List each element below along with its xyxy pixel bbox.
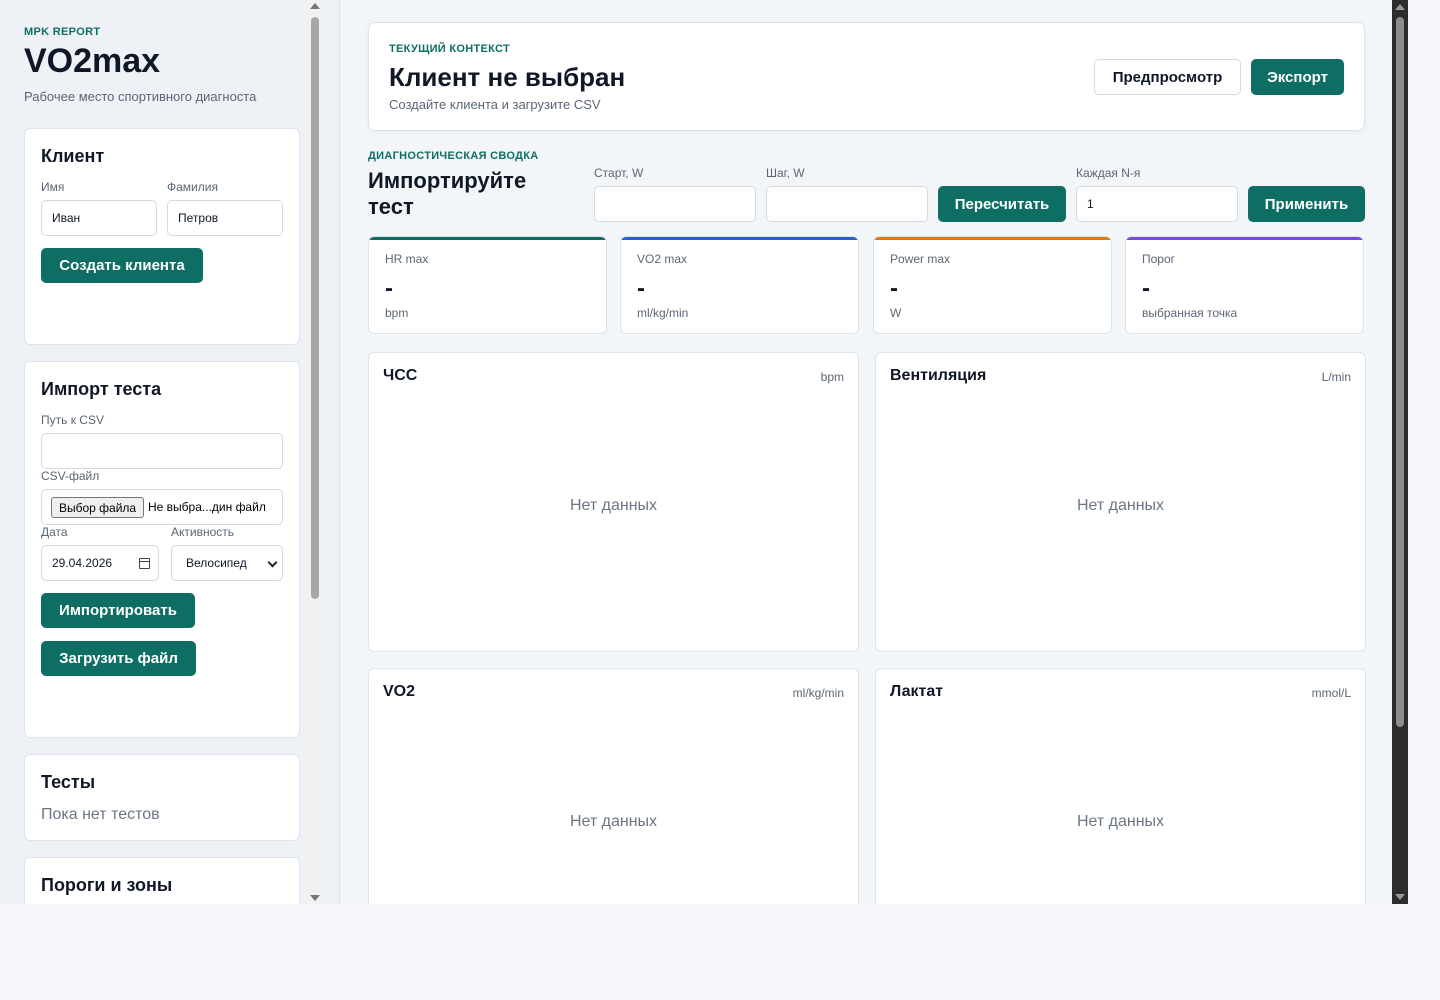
metric-power-max: Power max - W bbox=[873, 236, 1112, 334]
chart-empty-text: Нет данных bbox=[569, 497, 658, 514]
chart-title: VO2 bbox=[383, 683, 416, 700]
chosen-file-name: Не выбра...дин файл bbox=[148, 500, 266, 514]
sidebar: MPK REPORT VO2max Рабочее место спортивн… bbox=[0, 0, 340, 904]
brand-eyebrow: MPK REPORT bbox=[24, 26, 101, 38]
chart-empty-text: Нет данных bbox=[1076, 813, 1165, 830]
brand-subtitle: Рабочее место спортивного диагноста bbox=[24, 89, 257, 104]
date-input[interactable]: 29.04.2026 bbox=[41, 545, 159, 581]
activity-value: Велосипед bbox=[186, 556, 247, 570]
chart-empty-text: Нет данных bbox=[1076, 497, 1165, 514]
brand-title: VO2max bbox=[24, 42, 161, 80]
start-input[interactable] bbox=[594, 186, 756, 222]
metric-vo2-max: VO2 max - ml/kg/min bbox=[620, 236, 859, 334]
scroll-up-icon[interactable] bbox=[310, 3, 320, 9]
thresholds-card-title: Пороги и зоны bbox=[41, 875, 173, 895]
metric-label: Power max bbox=[890, 252, 951, 266]
csv-file-label: CSV-файл bbox=[41, 469, 100, 483]
start-label: Старт, W bbox=[594, 166, 644, 180]
import-card-title: Импорт теста bbox=[41, 379, 162, 399]
date-label: Дата bbox=[41, 525, 68, 539]
metric-unit: W bbox=[890, 306, 902, 320]
activity-label: Активность bbox=[171, 525, 235, 539]
chart-vo2: VO2 ml/kg/min Нет данных bbox=[368, 668, 859, 904]
metric-value: - bbox=[385, 275, 393, 302]
tests-empty-text: Пока нет тестов bbox=[41, 806, 160, 823]
context-card: ТЕКУЩИЙ КОНТЕКСТ Клиент не выбран Создай… bbox=[368, 22, 1365, 131]
client-card-title: Клиент bbox=[41, 146, 105, 166]
first-name-input[interactable]: Иван bbox=[41, 200, 157, 236]
main-scrollbar[interactable] bbox=[1392, 0, 1408, 904]
sidebar-scrollbar[interactable] bbox=[307, 0, 323, 904]
metric-hr-max: HR max - bpm bbox=[368, 236, 607, 334]
last-name-label: Фамилия bbox=[167, 180, 218, 194]
metric-accent-bar bbox=[369, 237, 606, 240]
activity-select[interactable]: Велосипед bbox=[171, 545, 283, 581]
context-title: Клиент не выбран bbox=[389, 62, 626, 92]
export-button[interactable]: Экспорт bbox=[1251, 59, 1344, 95]
tests-card: Тесты Пока нет тестов bbox=[24, 754, 300, 841]
create-client-button[interactable]: Создать клиента bbox=[41, 248, 203, 283]
scroll-down-icon[interactable] bbox=[1395, 894, 1405, 900]
first-name-label: Имя bbox=[41, 180, 65, 194]
metric-value: - bbox=[1142, 275, 1150, 302]
chart-unit: bpm bbox=[820, 370, 844, 384]
metric-label: Порог bbox=[1142, 252, 1176, 266]
csv-file-input[interactable]: Выбор файла Не выбра...дин файл bbox=[41, 489, 283, 525]
scroll-up-icon[interactable] bbox=[1395, 4, 1405, 10]
sidebar-scroll-thumb[interactable] bbox=[311, 17, 319, 599]
metric-unit: bpm bbox=[385, 306, 409, 320]
nth-label: Каждая N-я bbox=[1076, 166, 1141, 180]
client-card: Клиент Имя Иван Фамилия Петров Создать к… bbox=[24, 128, 300, 345]
import-card: Импорт теста Путь к CSV CSV-файл Выбор ф… bbox=[24, 361, 300, 738]
step-label: Шаг, W bbox=[766, 166, 805, 180]
metric-unit: выбранная точка bbox=[1142, 306, 1238, 320]
metric-label: HR max bbox=[385, 252, 429, 266]
date-value: 29.04.2026 bbox=[52, 556, 113, 570]
app-viewport: MPK REPORT VO2max Рабочее место спортивн… bbox=[0, 0, 1408, 904]
main-scroll-thumb[interactable] bbox=[1396, 17, 1404, 727]
metric-threshold: Порог - выбранная точка bbox=[1125, 236, 1364, 334]
chart-unit: ml/kg/min bbox=[792, 686, 844, 700]
chart-title: Вентиляция bbox=[890, 367, 987, 384]
recalculate-button[interactable]: Пересчитать bbox=[938, 186, 1066, 222]
thresholds-card: Пороги и зоны bbox=[24, 857, 300, 904]
chevron-down-icon bbox=[267, 557, 278, 568]
step-input[interactable] bbox=[766, 186, 928, 222]
choose-file-button[interactable]: Выбор файла bbox=[51, 497, 145, 518]
summary-eyebrow: ДИАГНОСТИЧЕСКАЯ СВОДКА bbox=[368, 150, 539, 162]
metric-value: - bbox=[890, 275, 898, 302]
import-button[interactable]: Импортировать bbox=[41, 593, 195, 628]
calendar-icon[interactable] bbox=[139, 558, 150, 569]
chart-unit: L/min bbox=[1321, 370, 1351, 384]
chart-hr: ЧСС bpm Нет данных bbox=[368, 352, 859, 652]
metric-label: VO2 max bbox=[637, 252, 688, 266]
chart-title: ЧСС bbox=[383, 367, 418, 384]
chart-ventilation: Вентиляция L/min Нет данных bbox=[875, 352, 1366, 652]
context-eyebrow: ТЕКУЩИЙ КОНТЕКСТ bbox=[389, 43, 510, 55]
main-content: ТЕКУЩИЙ КОНТЕКСТ Клиент не выбран Создай… bbox=[341, 0, 1392, 904]
upload-file-button[interactable]: Загрузить файл bbox=[41, 641, 196, 676]
chart-empty-text: Нет данных bbox=[569, 813, 658, 830]
chart-title: Лактат bbox=[890, 683, 944, 700]
last-name-input[interactable]: Петров bbox=[167, 200, 283, 236]
scroll-down-icon[interactable] bbox=[310, 895, 320, 901]
csv-path-input[interactable] bbox=[41, 433, 283, 469]
chart-lactate: Лактат mmol/L Нет данных bbox=[875, 668, 1366, 904]
tests-card-title: Тесты bbox=[41, 772, 96, 792]
context-subtitle: Создайте клиента и загрузите CSV bbox=[389, 97, 601, 112]
metric-accent-bar bbox=[874, 237, 1111, 240]
metric-accent-bar bbox=[621, 237, 858, 240]
chart-unit: mmol/L bbox=[1311, 686, 1351, 700]
summary-title: Импортируйте тест bbox=[368, 168, 527, 219]
metric-value: - bbox=[637, 275, 645, 302]
metric-accent-bar bbox=[1126, 237, 1363, 240]
csv-path-label: Путь к CSV bbox=[41, 413, 104, 427]
metric-unit: ml/kg/min bbox=[637, 306, 689, 320]
preview-button[interactable]: Предпросмотр bbox=[1094, 59, 1241, 95]
apply-button[interactable]: Применить bbox=[1248, 186, 1365, 222]
nth-input[interactable]: 1 bbox=[1076, 186, 1238, 222]
